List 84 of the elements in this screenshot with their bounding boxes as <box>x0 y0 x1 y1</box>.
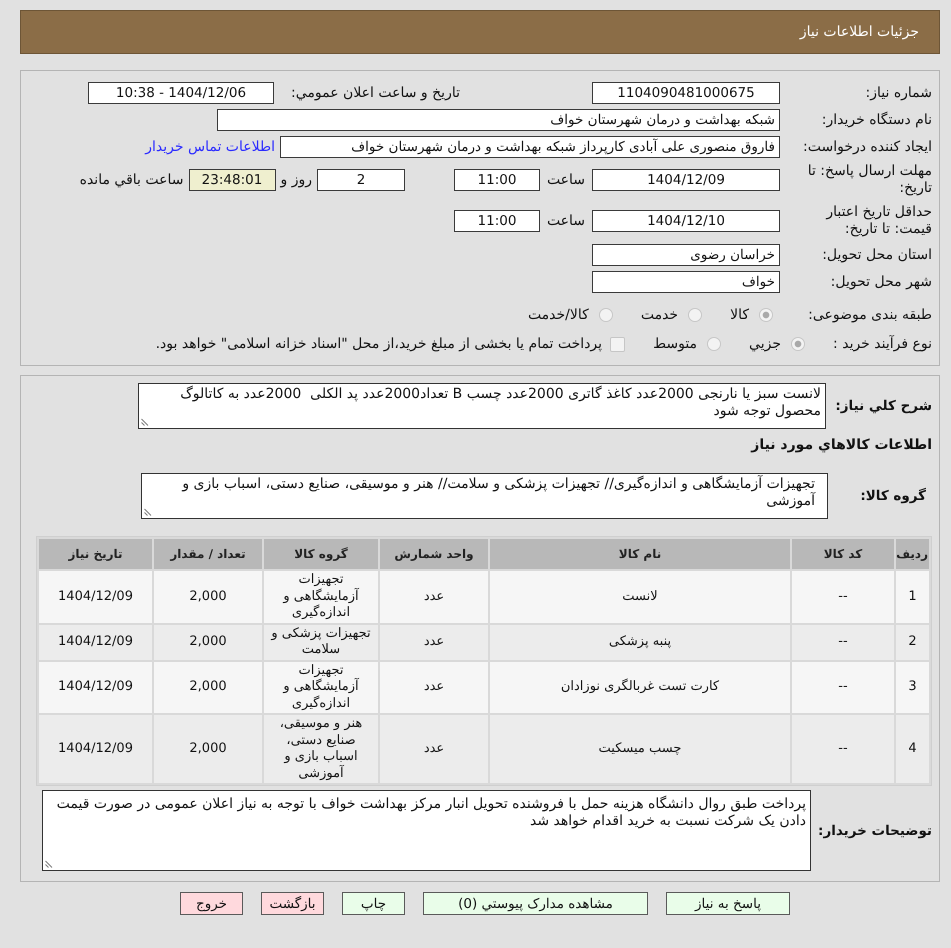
radio-label: کالا <box>730 307 749 323</box>
table-cell: -- <box>792 715 894 783</box>
province-field[interactable]: خراسان رضوی <box>592 244 780 266</box>
field-label: روز و <box>280 172 312 188</box>
table-cell: 4 <box>896 715 929 783</box>
column-header: گروه کالا <box>264 539 378 569</box>
description-field[interactable]: لانست سبز یا نارنجی 2000عدد کاغذ گاتری 2000عدد چسب B تعداد2000عدد پد الکلی 2000عدد به کاتالوگ محصول توجه شود <box>138 383 826 429</box>
table-cell: عدد <box>380 715 488 783</box>
resize-grip-icon[interactable] <box>144 508 152 516</box>
table-cell: 2 <box>896 624 929 660</box>
validity-time-field[interactable]: 11:00 <box>454 210 540 232</box>
radio-label: خدمت <box>640 307 678 323</box>
section-title: اطلاعات کالاهاي مورد نیاز <box>751 437 932 455</box>
table-cell: چسب میسکیت <box>490 715 790 783</box>
field-label: حداقل تاریخ اعتبار قیمت: تا تاریخ: <box>824 204 932 238</box>
table-cell: تجهیزات آزمایشگاهی و اندازه‌گیری <box>264 571 378 622</box>
table-cell: 2,000 <box>154 662 262 713</box>
field-label: ساعت باقي مانده <box>80 172 184 188</box>
table-cell: 2,000 <box>154 571 262 622</box>
resize-grip-icon[interactable] <box>45 860 53 868</box>
exit-button[interactable]: خروج <box>180 892 243 915</box>
buyer-org-field[interactable]: شبکه بهداشت و درمان شهرستان خواف <box>217 109 780 131</box>
city-field[interactable]: خواف <box>592 271 780 293</box>
requester-field[interactable]: فاروق منصوری علی آبادی کارپرداز شبکه بهداشت و درمان شهرستان خواف <box>280 136 780 158</box>
field-label: ایجاد کننده درخواست: <box>802 139 932 155</box>
field-label: شماره نیاز: <box>864 85 932 101</box>
goods-group-field[interactable]: تجهیزات آزمایشگاهی و اندازه‌گیری// تجهیزات پزشکی و سلامت// هنر و موسیقی، صنایع دستی، اسباب بازی و آموزشی <box>141 473 828 519</box>
table-cell: عدد <box>380 624 488 660</box>
field-label: نوع فرآیند خرید : <box>832 336 932 352</box>
checkbox-label: پرداخت تمام یا بخشی از مبلغ خرید،از محل "اسناد خزانه اسلامی" خواهد بود. <box>156 336 602 352</box>
column-header: نام کالا <box>490 539 790 569</box>
buyer-notes-field[interactable]: پرداخت طبق روال دانشگاه هزینه حمل با فروشنده تحویل انبار مرکز بهداشت خواف با توجه به نیاز اعلان عمومی در صورت قیمت دادن یک شرکت نسبت به خرید اقدام خواهد شد <box>42 790 811 871</box>
field-label: طبقه بندی موضوعی: <box>807 307 932 323</box>
buyer-notes-label: توضیحات خریدار: <box>817 822 932 838</box>
table-cell: 2,000 <box>154 624 262 660</box>
field-label: استان محل تحویل: <box>821 247 932 263</box>
action-button[interactable]: مشاهده مدارک پیوستي (0) <box>423 892 648 915</box>
field-label: تاریخ و ساعت اعلان عمومي: <box>290 85 460 101</box>
description-label: شرح کلي نیاز: <box>834 398 932 414</box>
validity-date-field[interactable]: 1404/12/10 <box>592 210 780 232</box>
field-label: ساعت <box>546 213 586 229</box>
table-cell: لانست <box>490 571 790 622</box>
table-cell: 1 <box>896 571 929 622</box>
table-cell: عدد <box>380 662 488 713</box>
table-cell: 3 <box>896 662 929 713</box>
table-cell: -- <box>792 624 894 660</box>
field-label: ساعت <box>546 172 586 188</box>
exit-button[interactable]: بازگشت <box>261 892 324 915</box>
action-button[interactable]: پاسخ به نیاز <box>666 892 790 915</box>
resize-grip-icon[interactable] <box>141 418 149 426</box>
table-cell: 1404/12/09 <box>39 571 152 622</box>
announce-date-field[interactable]: 1404/12/06 - 10:38 <box>88 82 274 104</box>
goods-group-label: گروه کالا: <box>859 488 927 504</box>
table-cell: 1404/12/09 <box>39 715 152 783</box>
table-cell: -- <box>792 571 894 622</box>
column-header: ردیف <box>896 539 929 569</box>
column-header: تعداد / مقدار <box>154 539 262 569</box>
deadline-date-field[interactable]: 1404/12/09 <box>592 169 780 191</box>
action-button[interactable]: چاپ <box>342 892 405 915</box>
table-cell: کارت تست غربالگری نوزادان <box>490 662 790 713</box>
table-cell: عدد <box>380 571 488 622</box>
radio-label: جزيي <box>749 336 781 352</box>
deadline-time-field[interactable]: 11:00 <box>454 169 540 191</box>
table-cell: 1404/12/09 <box>39 662 152 713</box>
table-cell: -- <box>792 662 894 713</box>
column-header: کد کالا <box>792 539 894 569</box>
field-label: شهر محل تحویل: <box>830 274 932 290</box>
radio-label: کالا/خدمت <box>528 307 589 323</box>
need-number-field[interactable]: 1104090481000675 <box>592 82 780 104</box>
days-field[interactable]: 2 <box>317 169 405 191</box>
field-label: مهلت ارسال پاسخ: تا تاریخ: <box>806 163 932 197</box>
table-cell: 1404/12/09 <box>39 624 152 660</box>
table-cell: 2,000 <box>154 715 262 783</box>
radio-label: متوسط <box>653 336 698 352</box>
column-header: تاریخ نیاز <box>39 539 152 569</box>
remaining-time-field[interactable]: 23:48:01 <box>188 169 276 191</box>
table-cell: هنر و موسیقی، صنایع دستی، اسباب بازی و آموزشی <box>264 715 378 783</box>
table-cell: پنبه پزشکی <box>490 624 790 660</box>
table-cell: تجهیزات آزمایشگاهی و اندازه‌گیری <box>264 662 378 713</box>
column-header: واحد شمارش <box>380 539 488 569</box>
buyer-contact-link[interactable]: اطلاعات تماس خریدار <box>145 139 275 155</box>
field-label: نام دستگاه خریدار: <box>820 112 932 128</box>
table-cell: تجهیزات پزشکی و سلامت <box>264 624 378 660</box>
page-title: جزئیات اطلاعات نیاز <box>800 24 919 40</box>
